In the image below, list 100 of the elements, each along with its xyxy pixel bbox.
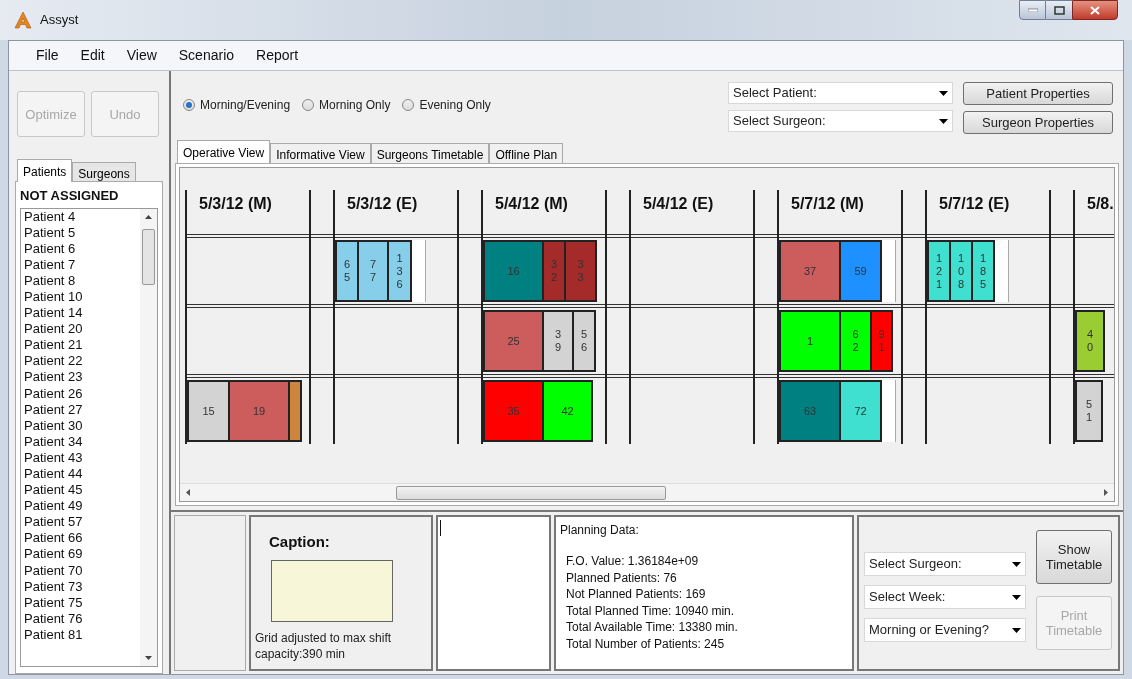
list-item[interactable]: Patient 27 xyxy=(24,401,137,418)
list-item[interactable]: Patient 43 xyxy=(24,449,137,466)
schedule-block[interactable]: 1 xyxy=(779,310,841,372)
scroll-thumb[interactable] xyxy=(396,485,666,500)
scroll-thumb[interactable] xyxy=(142,228,155,285)
caption-note: Grid adjusted to max shift capacity:390 min xyxy=(255,629,393,662)
list-item[interactable]: Patient 20 xyxy=(24,321,137,338)
scroll-right-icon xyxy=(1104,489,1108,496)
planning-line: Total Planned Time: 10940 min. xyxy=(566,602,736,619)
schedule-block[interactable] xyxy=(288,380,302,442)
list-item[interactable]: Patient 81 xyxy=(24,626,137,644)
list-item[interactable]: Patient 10 xyxy=(24,288,137,306)
push-button[interactable]: Patient Properties xyxy=(963,82,1113,105)
column-header: 5/7/12 (E) xyxy=(938,194,1011,214)
list-item[interactable]: Patient 34 xyxy=(24,433,137,450)
radio-button[interactable] xyxy=(402,99,415,111)
list-item[interactable]: Patient 70 xyxy=(24,562,137,579)
view-tab[interactable]: Surgeons Timetable xyxy=(370,143,490,163)
dropdown-arrow-icon xyxy=(1012,627,1021,633)
dropdown-field[interactable]: Select Surgeon: xyxy=(864,552,1026,576)
scroll-down-icon xyxy=(145,656,152,660)
list-item[interactable]: Patient 22 xyxy=(24,353,137,370)
dropdown-arrow-icon xyxy=(939,118,948,124)
dropdown-field[interactable]: Select Surgeon: xyxy=(728,110,953,132)
radio-button[interactable] xyxy=(183,99,195,111)
list-item[interactable]: Patient 76 xyxy=(24,610,137,627)
schedule-block[interactable]: 62 xyxy=(839,310,872,372)
app-logo-icon xyxy=(14,11,32,29)
column-header: 5/3/12 (E) xyxy=(346,194,419,214)
schedule-block[interactable]: 40 xyxy=(1075,310,1105,372)
list-item[interactable]: Patient 26 xyxy=(24,385,137,402)
push-button[interactable]: Surgeon Properties xyxy=(963,111,1113,134)
schedule-block[interactable]: 56 xyxy=(572,310,596,372)
list-item[interactable]: Patient 23 xyxy=(24,369,137,386)
maximize-icon xyxy=(1053,5,1065,15)
schedule-block[interactable]: 136 xyxy=(387,240,412,302)
dropdown-field[interactable]: Select Week: xyxy=(864,585,1026,609)
schedule-block[interactable]: 72 xyxy=(839,380,882,442)
scrollbar[interactable] xyxy=(140,208,157,666)
notes-field[interactable] xyxy=(436,515,551,671)
schedule-block[interactable]: 185 xyxy=(971,240,995,302)
dropdown-field[interactable]: Select Patient: xyxy=(728,82,953,104)
list-item[interactable]: Patient 14 xyxy=(24,305,137,322)
list-item[interactable]: Patient 5 xyxy=(24,224,137,241)
list-item[interactable]: Patient 7 xyxy=(24,256,137,273)
radio-button[interactable] xyxy=(302,99,315,111)
menu-item[interactable]: Edit xyxy=(78,45,107,66)
planning-title: Planning Data: xyxy=(560,522,640,539)
list-item[interactable]: Patient 73 xyxy=(24,578,137,595)
schedule-block[interactable]: 59 xyxy=(839,240,882,302)
close-icon xyxy=(1090,5,1100,15)
list-item[interactable]: Patient 30 xyxy=(24,417,137,434)
list-item[interactable]: Patient 4 xyxy=(24,208,137,225)
radio-label: Evening Only xyxy=(419,97,491,114)
dropdown-arrow-icon xyxy=(939,90,948,96)
push-button[interactable]: Show Timetable xyxy=(1036,530,1112,584)
list-item[interactable]: Patient 69 xyxy=(24,546,137,563)
schedule-block[interactable]: 42 xyxy=(542,380,593,442)
schedule-block[interactable]: 65 xyxy=(335,240,359,302)
schedule-block[interactable]: 15 xyxy=(187,380,230,442)
horizontal-scrollbar[interactable] xyxy=(180,483,1114,501)
list-item[interactable]: Patient 45 xyxy=(24,482,137,499)
window-title: Assyst xyxy=(40,11,79,30)
list-item[interactable]: Patient 66 xyxy=(24,530,137,547)
list-item[interactable]: Patient 49 xyxy=(24,498,137,515)
column-header: 5/4/12 (M) xyxy=(494,194,569,214)
schedule-block[interactable]: 51 xyxy=(1075,380,1103,442)
list-item[interactable]: Patient 8 xyxy=(24,272,137,289)
close-button[interactable] xyxy=(1072,0,1118,20)
menu-item[interactable]: Scenario xyxy=(176,45,237,66)
schedule-block[interactable]: 121 xyxy=(927,240,951,302)
patient-list[interactable] xyxy=(20,207,158,667)
column-header: 5/4/12 (E) xyxy=(642,194,715,214)
schedule-block[interactable]: 77 xyxy=(357,240,389,302)
dropdown-field[interactable]: Morning or Evening? xyxy=(864,618,1026,642)
list-item[interactable]: Patient 44 xyxy=(24,466,137,483)
list-item[interactable]: Patient 21 xyxy=(24,337,137,354)
list-title: NOT ASSIGNED xyxy=(20,187,120,205)
planning-line: Not Planned Patients: 169 xyxy=(566,586,707,603)
schedule-block[interactable]: 39 xyxy=(542,310,574,372)
scroll-up-icon xyxy=(145,214,152,219)
minimize-icon xyxy=(1027,8,1038,12)
planning-line: Planned Patients: 76 xyxy=(566,569,678,586)
menu-item[interactable]: View xyxy=(124,45,159,66)
list-item[interactable]: Patient 6 xyxy=(24,240,137,257)
view-tab[interactable]: Operative View xyxy=(177,140,271,163)
minimize-button[interactable] xyxy=(1019,0,1046,20)
panel-tab[interactable]: Patients xyxy=(17,159,73,182)
view-tab[interactable]: Offline Plan xyxy=(489,143,564,163)
view-tab[interactable]: Informative View xyxy=(270,143,371,163)
panel-tab[interactable]: Surgeons xyxy=(72,162,136,182)
list-item[interactable]: Patient 75 xyxy=(24,594,137,611)
menu-item[interactable]: File xyxy=(34,45,61,66)
column-header: 5/7/12 (M) xyxy=(790,194,865,214)
maximize-button[interactable] xyxy=(1046,0,1072,20)
menu-item[interactable]: Report xyxy=(254,45,301,66)
list-item[interactable]: Patient 57 xyxy=(24,514,137,531)
schedule-block[interactable]: 108 xyxy=(949,240,973,302)
planning-line: Total Number of Patients: 245 xyxy=(566,635,726,652)
dropdown-arrow-icon xyxy=(1012,561,1021,567)
